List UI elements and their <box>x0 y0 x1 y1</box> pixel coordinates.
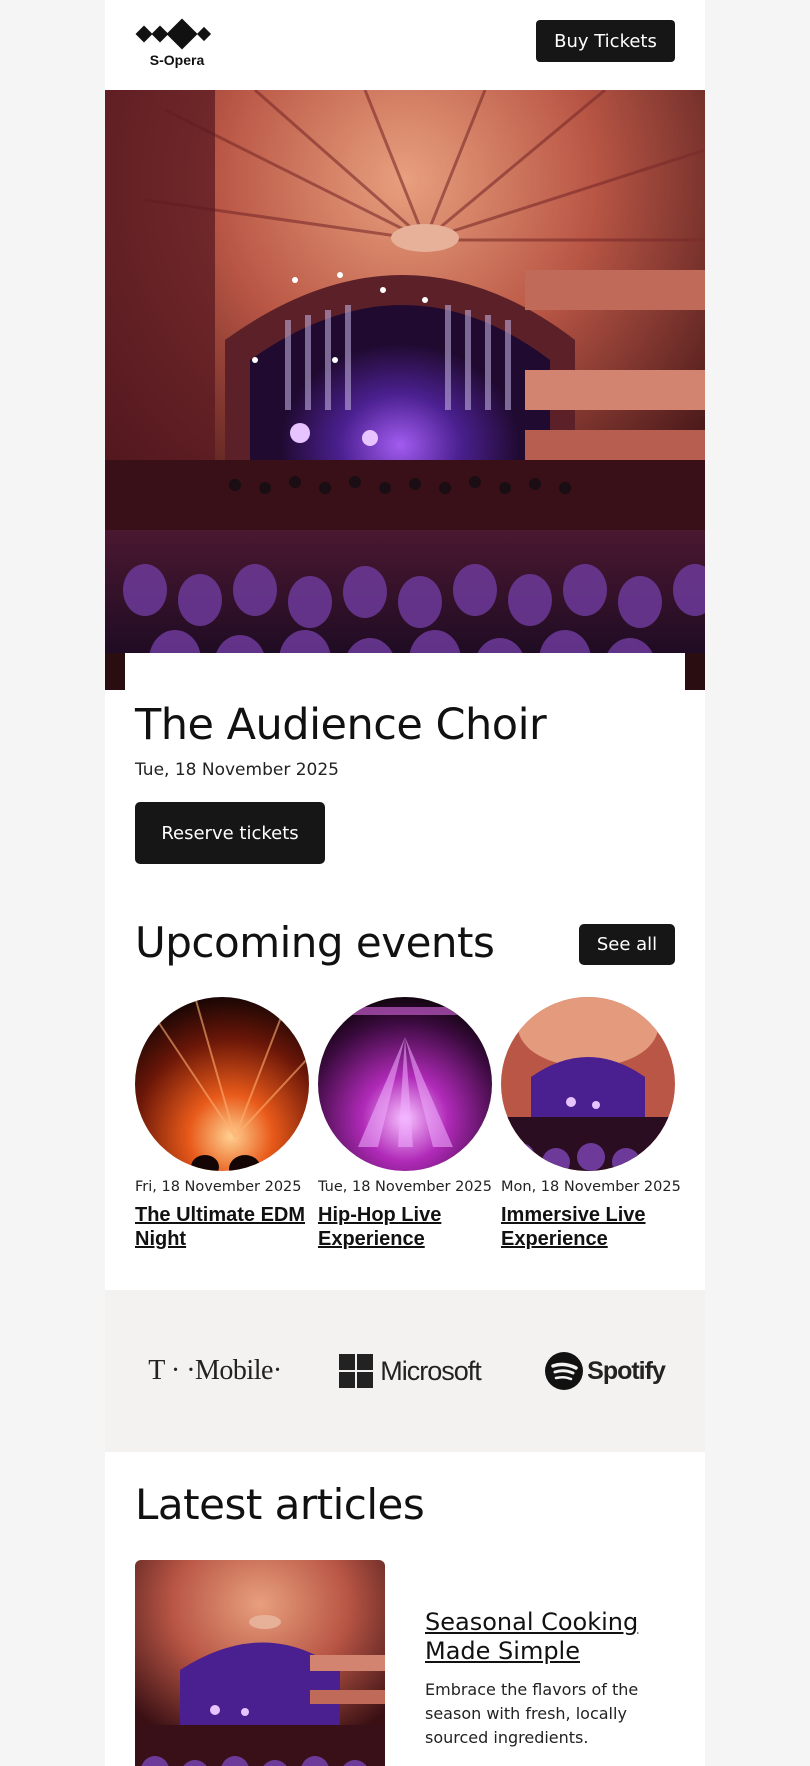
sponsor-name: T · ·Mobile· <box>148 1355 282 1386</box>
spotify-icon <box>545 1352 584 1390</box>
event-card[interactable]: Tue, 18 November 2025 Hip-Hop Live Exper… <box>318 997 493 1251</box>
buy-tickets-button[interactable]: Buy Tickets <box>536 20 675 62</box>
event-date: Tue, 18 November 2025 <box>135 760 339 780</box>
hero-card-bg <box>125 653 685 693</box>
header: S-Opera Buy Tickets <box>105 0 705 90</box>
event-image[interactable] <box>501 997 675 1171</box>
article-title-link[interactable]: Seasonal Cooking Made Simple <box>425 1608 685 1666</box>
upcoming-events-title: Upcoming events <box>135 918 495 967</box>
sponsor-name: Microsoft <box>380 1355 482 1386</box>
latest-articles-title: Latest articles <box>135 1480 425 1529</box>
email-page: S-Opera Buy Tickets The Audience Choir T… <box>105 0 705 1766</box>
article-description: Embrace the flavors of the season with f… <box>425 1680 639 1747</box>
sponsor-name: Spotify <box>587 1356 666 1385</box>
event-date: Mon, 18 November 2025 <box>501 1179 681 1195</box>
event-date: Tue, 18 November 2025 <box>318 1179 492 1195</box>
event-name-link[interactable]: The Ultimate EDM Night <box>135 1203 310 1251</box>
microsoft-squares-icon <box>339 1354 374 1388</box>
article-image[interactable] <box>135 1560 385 1766</box>
sponsor-microsoft-logo[interactable]: Microsoft <box>315 1290 505 1452</box>
event-name-link[interactable]: Hip-Hop Live Experience <box>318 1203 493 1251</box>
event-title: The Audience Choir <box>135 700 547 750</box>
event-card[interactable]: Fri, 18 November 2025 The Ultimate EDM N… <box>135 997 310 1251</box>
logo-diamonds-icon <box>135 18 212 50</box>
sponsor-spotify-logo[interactable]: Spotify <box>515 1290 695 1452</box>
brand-logo[interactable]: S-Opera <box>135 18 225 70</box>
event-image[interactable] <box>318 997 492 1171</box>
event-name-link[interactable]: Immersive Live Experience <box>501 1203 676 1251</box>
brand-name: S-Opera <box>149 52 205 68</box>
event-image[interactable] <box>135 997 309 1171</box>
see-all-button[interactable]: See all <box>579 924 675 965</box>
sponsor-tmobile-logo[interactable]: T · ·Mobile· <box>125 1290 305 1452</box>
sponsors-strip: T · ·Mobile· Microsoft Spotify <box>105 1290 705 1452</box>
event-date: Fri, 18 November 2025 <box>135 1179 302 1195</box>
reserve-tickets-button[interactable]: Reserve tickets <box>135 802 325 864</box>
event-card[interactable]: Mon, 18 November 2025 Immersive Live Exp… <box>501 997 681 1251</box>
hero-image <box>105 90 705 690</box>
